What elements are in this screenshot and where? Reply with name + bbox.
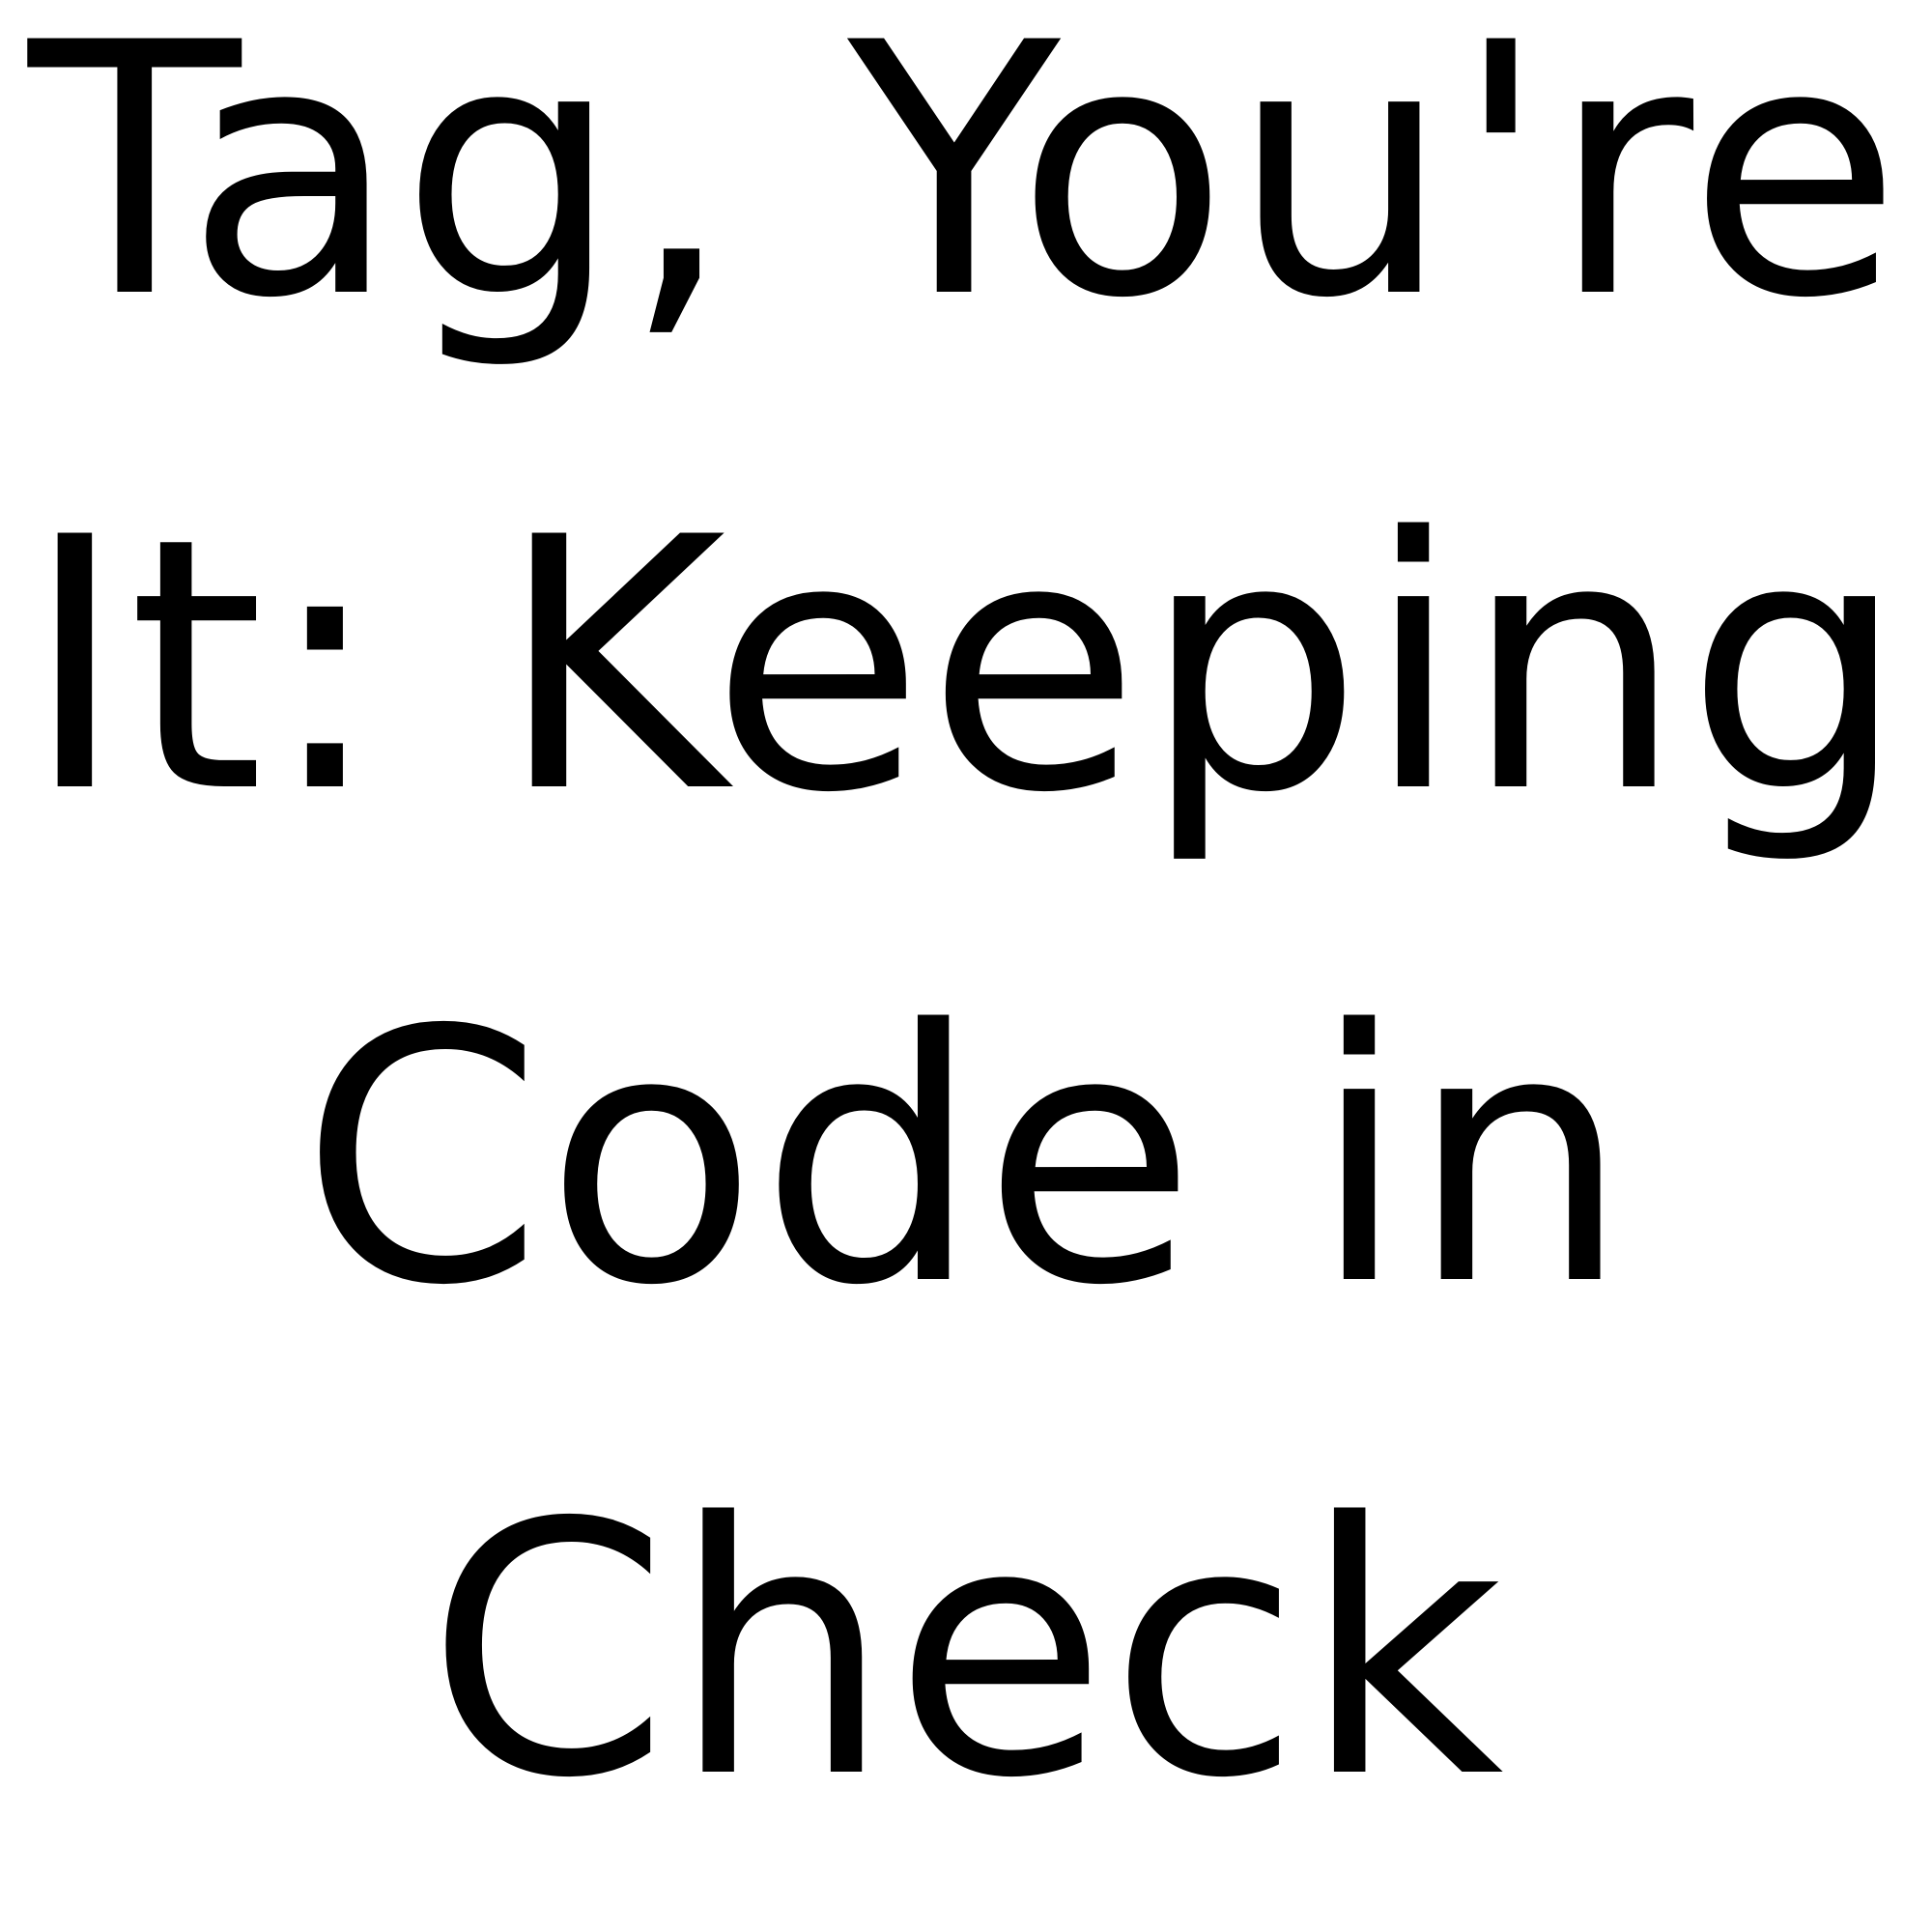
page-title: Tag, You're It: Keeping Code in Check bbox=[0, 0, 1932, 1932]
title-line-1: Tag, You're bbox=[28, 0, 1904, 374]
title-line-4: Check bbox=[426, 1449, 1506, 1854]
title-line-3: Code in bbox=[299, 956, 1633, 1361]
title-line-2: It: Keeping bbox=[23, 464, 1909, 868]
